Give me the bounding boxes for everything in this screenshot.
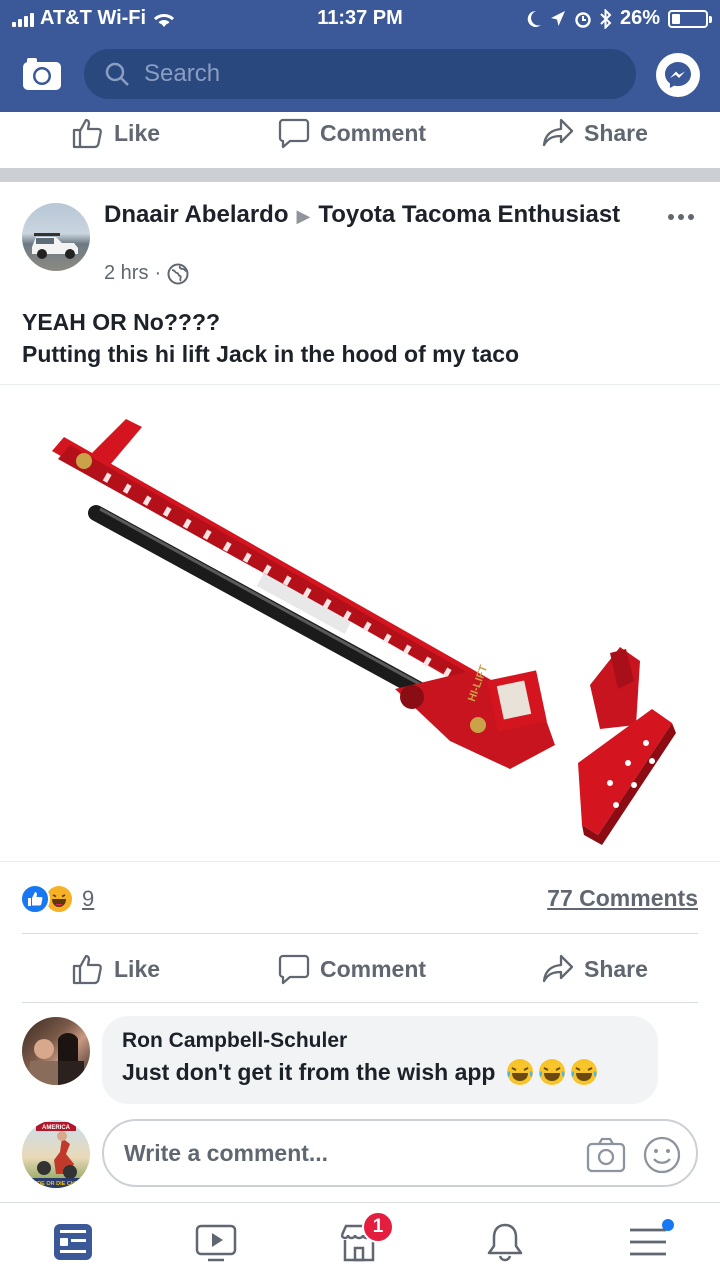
camera-icon — [23, 58, 61, 90]
photo-attach-button[interactable] — [586, 1137, 626, 1178]
prev-comment-button[interactable]: Comment — [278, 117, 426, 149]
top-bar: AT&T Wi-Fi 11:37 PM 26% Search — [0, 0, 720, 112]
post-meta: 2 hrs · — [104, 262, 189, 285]
commenter-name[interactable]: Ron Campbell-Schuler — [122, 1028, 638, 1054]
watch-video-icon — [195, 1224, 237, 1262]
marketplace-badge: 1 — [362, 1211, 394, 1243]
more-dot — [678, 214, 684, 220]
prev-post-actions: Like Comment Share — [0, 100, 720, 166]
feed-separator — [0, 168, 720, 182]
bluetooth-icon — [600, 8, 612, 29]
laughing-face-icon — [571, 1059, 598, 1085]
smiley-icon — [643, 1136, 681, 1174]
comment-icon — [278, 118, 310, 149]
messenger-icon — [665, 62, 691, 88]
prev-like-label: Like — [114, 119, 161, 146]
share-label: Share — [584, 955, 648, 982]
prev-like-button[interactable]: Like — [72, 117, 160, 149]
menu-notification-dot — [662, 1219, 674, 1231]
comment-input-placeholder: Write a comment... — [124, 1139, 329, 1166]
group-name[interactable]: Toyota Tacoma Enthusiast — [318, 201, 620, 228]
status-bar: AT&T Wi-Fi 11:37 PM 26% — [0, 0, 720, 38]
search-placeholder: Search — [144, 60, 221, 87]
share-icon — [542, 118, 574, 147]
bell-icon — [487, 1223, 523, 1262]
commenter-avatar[interactable] — [22, 1017, 90, 1085]
avatar-caption-bottom: RIDE OR DIE CHIC — [32, 1181, 81, 1187]
like-button[interactable]: Like — [72, 953, 160, 985]
post-author-line: Dnaair Abelardo ▶ Toyota Tacoma Enthusiast — [104, 200, 624, 231]
avatar-caption-top: AMERICA — [42, 1125, 71, 1131]
comment-bubble[interactable]: Ron Campbell-Schuler Just don't get it f… — [102, 1016, 658, 1104]
nav-news-feed[interactable] — [50, 1219, 96, 1265]
comment-icon — [278, 954, 310, 985]
couple-picture — [30, 1033, 84, 1085]
battery-icon — [668, 9, 712, 28]
camera-button[interactable] — [22, 57, 62, 91]
camera-outline-icon — [586, 1137, 626, 1173]
profile-picture: AMERICA RIDE OR DIE CHIC — [24, 1122, 88, 1188]
like-label: Like — [114, 955, 161, 982]
bottom-navigation: 1 — [0, 1202, 720, 1280]
comment-text: Just don't get it from the wish app — [122, 1059, 496, 1085]
sticker-button[interactable] — [642, 1135, 682, 1180]
post-more-button[interactable] — [668, 214, 694, 220]
divider — [22, 933, 698, 934]
arrow-right-icon: ▶ — [296, 206, 311, 226]
news-feed-icon — [54, 1224, 92, 1260]
share-icon — [542, 954, 574, 983]
comment-input[interactable]: Write a comment... — [102, 1119, 698, 1187]
laughing-face-icon — [539, 1059, 566, 1085]
reactions-summary[interactable]: 9 — [20, 884, 94, 914]
truck-picture — [32, 233, 78, 259]
nav-watch[interactable] — [193, 1219, 239, 1265]
meta-dot: · — [154, 262, 162, 284]
search-icon — [105, 62, 129, 86]
reaction-count: 9 — [82, 886, 95, 911]
more-dot — [668, 214, 674, 220]
more-dot — [688, 214, 694, 220]
post-photo[interactable]: HI-LIFT — [0, 384, 720, 862]
post-time[interactable]: 2 hrs — [104, 262, 148, 285]
battery-percent: 26% — [619, 7, 660, 29]
hi-lift-jack-picture: HI-LIFT — [52, 419, 676, 845]
status-right: 26% — [526, 7, 712, 30]
divider — [22, 1002, 698, 1003]
comment-body: Just don't get it from the wish app — [122, 1054, 638, 1090]
prev-share-button[interactable]: Share — [542, 118, 648, 148]
post-actions: Like Comment Share — [0, 936, 720, 1002]
author-name[interactable]: Dnaair Abelardo — [104, 201, 289, 228]
location-icon — [550, 10, 565, 26]
author-avatar[interactable] — [22, 203, 90, 271]
prev-share-label: Share — [584, 119, 648, 146]
prev-comment-label: Comment — [320, 119, 427, 146]
my-avatar[interactable]: AMERICA RIDE OR DIE CHIC — [22, 1120, 90, 1188]
moon-icon — [527, 10, 541, 27]
thumbs-up-icon — [72, 118, 102, 149]
comment-button[interactable]: Comment — [278, 953, 426, 985]
post-text-line-2: Putting this hi lift Jack in the hood of… — [22, 341, 520, 367]
comments-count-link[interactable]: 77 Comments — [547, 885, 698, 912]
nav-notifications[interactable] — [482, 1219, 528, 1265]
search-bar[interactable]: Search — [84, 49, 636, 99]
battery-fill — [672, 13, 680, 24]
globe-icon — [167, 263, 189, 284]
like-reaction-icon — [20, 884, 50, 914]
thumbs-up-icon — [72, 954, 102, 985]
laughing-face-icon — [507, 1059, 534, 1085]
share-button[interactable]: Share — [542, 954, 648, 984]
post-text: YEAH OR No???? Putting this hi lift Jack… — [22, 306, 519, 370]
post-text-line-1: YEAH OR No???? — [22, 309, 221, 335]
alarm-icon — [575, 11, 591, 28]
messenger-button[interactable] — [656, 53, 700, 97]
comment-label: Comment — [320, 955, 427, 982]
